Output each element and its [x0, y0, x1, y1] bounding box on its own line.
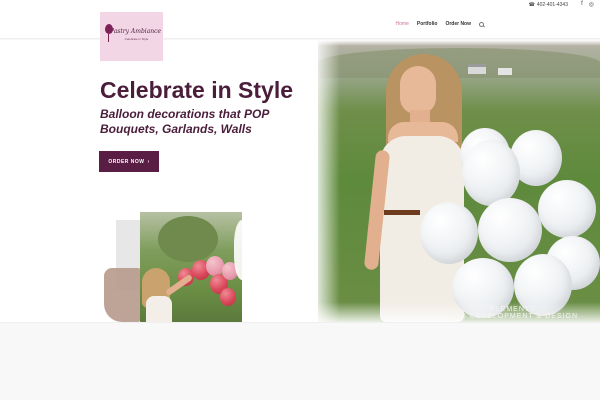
nav-order-now[interactable]: Order Now	[445, 21, 471, 27]
subhead-line-1: Balloon decorations that POP	[100, 107, 270, 121]
logo[interactable]: Pastry Ambiance Celebrate in Style	[100, 12, 163, 61]
order-now-button[interactable]: ORDER NOW ›	[99, 151, 159, 172]
hero-photo	[318, 40, 600, 322]
hero-section: ELEMENTS WEB DEVELOPMENT & DESIGN Celebr…	[0, 40, 600, 322]
top-bar: ☎ 402-401-4343 f ◎	[0, 0, 600, 12]
hero-subhead: Balloon decorations that POP Bouquets, G…	[100, 107, 269, 137]
white-balloon	[538, 180, 596, 238]
lower-section	[0, 322, 600, 400]
page: ☎ 402-401-4343 f ◎ Pastry Ambiance Celeb…	[0, 0, 600, 400]
red-balloon	[220, 288, 236, 306]
girl-body	[146, 296, 172, 322]
white-balloon	[462, 140, 520, 206]
logo-brand-text: Pastry Ambiance	[109, 28, 162, 35]
paint-stroke-white	[234, 220, 254, 280]
main-nav: Home Portfolio Order Now	[396, 21, 484, 27]
feature-photo	[140, 212, 242, 322]
order-now-label: ORDER NOW	[108, 158, 145, 165]
watermark-line2: WEB DEVELOPMENT & DESIGN	[447, 313, 578, 320]
brush-edge-left	[300, 40, 340, 322]
photo-barn-2	[498, 68, 512, 75]
site-header: Pastry Ambiance Celebrate in Style Home …	[0, 12, 600, 61]
facebook-icon[interactable]: f	[581, 1, 583, 8]
woman-belt	[384, 210, 420, 215]
photo-barn	[468, 64, 486, 74]
watermark-line1: ELEMENTS	[490, 306, 536, 313]
social-links: f ◎	[581, 1, 594, 8]
woman-face	[400, 66, 436, 114]
hero-headline: Celebrate in Style	[100, 77, 294, 103]
phone-icon: ☎	[528, 2, 535, 8]
brush-edge-top	[318, 40, 600, 46]
arrow-right-icon: ›	[147, 158, 150, 165]
nav-home[interactable]: Home	[396, 21, 409, 27]
logo-tagline: Celebrate in Style	[124, 37, 149, 41]
paint-stroke-brown	[104, 268, 140, 322]
white-balloon	[478, 198, 542, 262]
photo-tree	[158, 216, 218, 262]
watermark: ELEMENTS WEB DEVELOPMENT & DESIGN	[448, 306, 578, 320]
subhead-line-2: Bouquets, Garlands, Walls	[100, 122, 252, 136]
photo-hill	[318, 48, 600, 78]
search-icon[interactable]	[479, 21, 484, 27]
phone-contact[interactable]: ☎ 402-401-4343	[529, 2, 568, 8]
instagram-icon[interactable]: ◎	[589, 1, 594, 8]
balloon-logo-icon	[105, 24, 113, 42]
white-balloon	[420, 202, 478, 264]
phone-number: 402-401-4343	[536, 2, 568, 8]
nav-portfolio[interactable]: Portfolio	[417, 21, 438, 27]
feature-photo-wrap	[104, 190, 274, 322]
